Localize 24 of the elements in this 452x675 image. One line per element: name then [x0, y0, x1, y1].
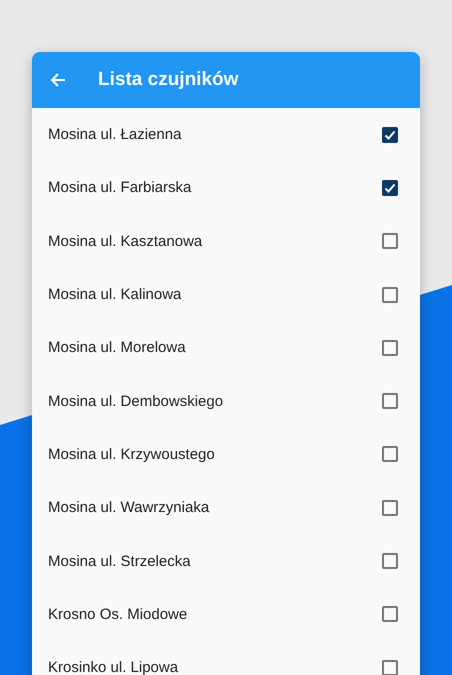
screen-title: Lista czujników — [98, 69, 238, 91]
checkbox[interactable] — [382, 286, 398, 303]
sensor-name: Krosno Os. Miodowe — [48, 606, 188, 623]
sensor-name: Mosina ul. Kalinowa — [48, 286, 182, 304]
checkbox[interactable] — [382, 393, 398, 410]
checkbox[interactable] — [382, 553, 398, 570]
sensor-name: Mosina ul. Krzywoustego — [48, 446, 215, 463]
back-arrow-icon[interactable] — [50, 72, 66, 88]
sensor-name: Mosina ul. Wawrzyniaka — [48, 499, 210, 516]
sensor-name: Mosina ul. Morelowa — [48, 339, 186, 356]
checkbox[interactable] — [382, 126, 398, 143]
sensor-name: Mosina ul. Łazienna — [48, 126, 182, 144]
checkbox[interactable] — [382, 446, 398, 462]
checkbox[interactable] — [382, 180, 398, 196]
sensor-name: Mosina ul. Strzelecka — [48, 552, 191, 570]
sensor-name: Mosina ul. Farbiarska — [48, 179, 192, 196]
checkbox[interactable] — [382, 340, 398, 356]
sensor-name: Mosina ul. Dembowskiego — [48, 392, 224, 410]
sensor-name: Mosina ul. Kasztanowa — [48, 232, 202, 250]
checkbox[interactable] — [382, 660, 398, 675]
checkbox[interactable] — [382, 500, 398, 516]
checkbox[interactable] — [382, 233, 398, 250]
sensor-name: Krosinko ul. Lipowa — [48, 659, 178, 675]
checkbox[interactable] — [382, 606, 398, 622]
